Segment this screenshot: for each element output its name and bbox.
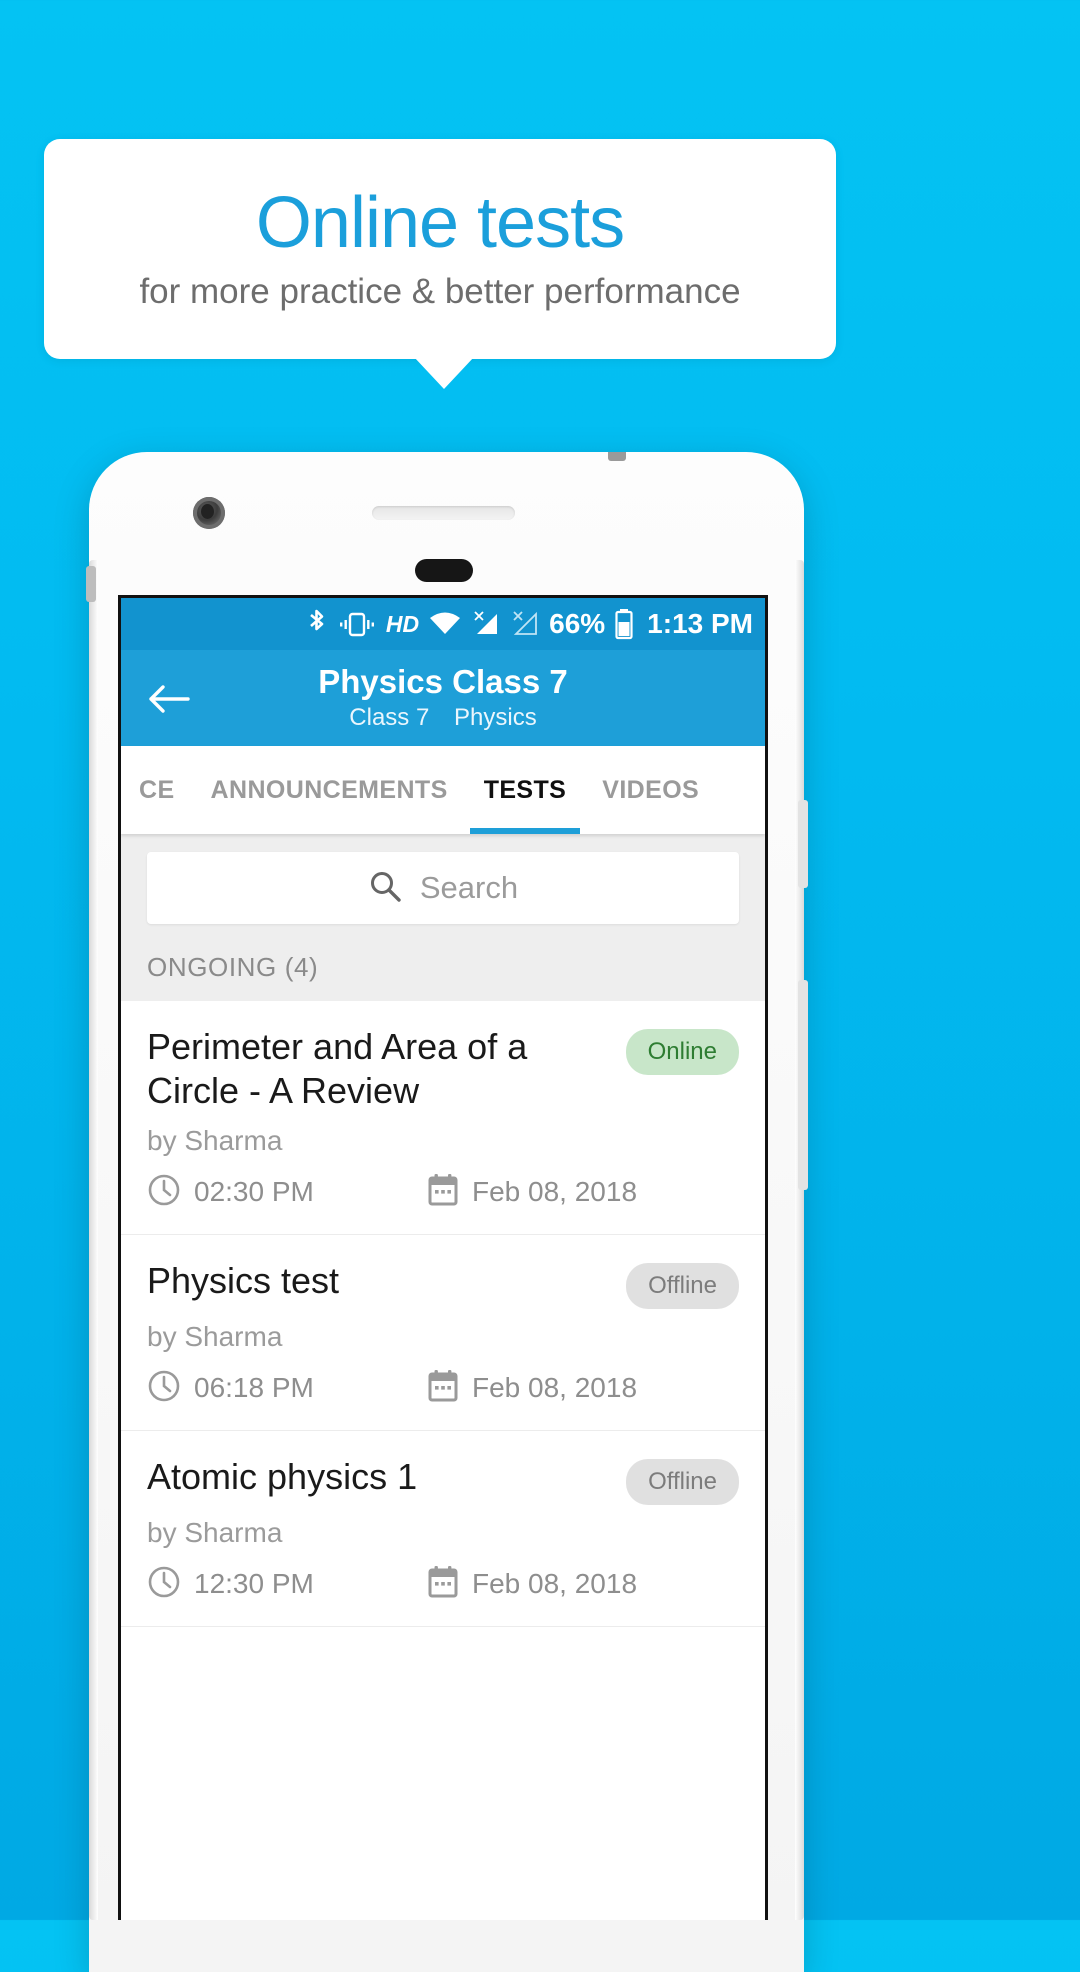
phone-edge-right xyxy=(795,560,804,1920)
test-author: by Sharma xyxy=(147,1320,283,1352)
breadcrumb-subject: Physics xyxy=(454,703,537,731)
tab-bar: CE ANNOUNCEMENTS TESTS VIDEOS xyxy=(121,746,765,834)
hd-icon: HD xyxy=(385,610,420,637)
promo-subtitle: for more practice & better performance xyxy=(139,271,741,311)
calendar-icon xyxy=(427,1565,459,1604)
battery-percent-label: 66% xyxy=(549,608,606,639)
home-button xyxy=(415,559,473,582)
test-author: by Sharma xyxy=(147,1124,283,1156)
camera-icon xyxy=(193,497,225,529)
clock-icon xyxy=(147,1173,181,1212)
test-time-label: 06:18 PM xyxy=(194,1372,314,1404)
tab-videos[interactable]: VIDEOS xyxy=(584,746,717,834)
bluetooth-icon xyxy=(306,609,328,639)
promo-bubble-tail xyxy=(414,357,474,389)
phone-side-button-volume xyxy=(798,800,808,888)
test-title: Physics test xyxy=(147,1259,340,1301)
test-author: by Sharma xyxy=(147,1516,283,1548)
test-date-label: Feb 08, 2018 xyxy=(472,1372,638,1404)
page-title: Physics Class 7 xyxy=(318,663,568,701)
back-arrow-icon[interactable] xyxy=(147,680,191,718)
phone-side-button-power xyxy=(798,980,808,1190)
test-date: Feb 08, 2018 xyxy=(427,1565,637,1604)
test-date: Feb 08, 2018 xyxy=(427,1369,637,1408)
test-meta: 12:30 PM Feb 08, 2018 xyxy=(147,1565,739,1604)
test-time: 06:18 PM xyxy=(147,1369,427,1408)
test-title: Atomic physics 1 xyxy=(147,1455,418,1497)
signal-no-sim-2-icon xyxy=(510,609,540,639)
wifi-icon xyxy=(428,609,462,639)
test-time-label: 02:30 PM xyxy=(194,1176,314,1208)
test-card-header: Atomic physics 1 Offline xyxy=(147,1455,739,1505)
list-item[interactable]: Atomic physics 1 Offline by Sharma 12:30… xyxy=(121,1431,765,1627)
status-bar-clock: 1:13 PM xyxy=(647,608,753,639)
test-meta: 02:30 PM Feb 08, 2018 xyxy=(147,1173,739,1212)
calendar-icon xyxy=(427,1369,459,1408)
promo-bubble: Online tests for more practice & better … xyxy=(44,139,836,359)
test-meta: 06:18 PM Feb 08, 2018 xyxy=(147,1369,739,1408)
battery-icon xyxy=(614,608,634,640)
status-badge: Online xyxy=(625,1029,739,1075)
test-time: 02:30 PM xyxy=(147,1173,427,1212)
section-header-ongoing: ONGOING (4) xyxy=(121,938,765,1001)
search-input[interactable]: Search xyxy=(147,852,739,924)
search-icon xyxy=(368,869,402,908)
list-item[interactable]: Physics test Offline by Sharma 06:18 PM xyxy=(121,1235,765,1431)
test-time: 12:30 PM xyxy=(147,1565,427,1604)
vibrate-icon xyxy=(337,609,377,639)
breadcrumb: Class 7 Physics xyxy=(340,704,545,732)
app-bar: Physics Class 7 Class 7 Physics xyxy=(121,650,765,746)
phone-side-button-left xyxy=(86,566,96,602)
test-card-header: Perimeter and Area of a Circle - A Revie… xyxy=(147,1025,739,1113)
list-item[interactable]: Perimeter and Area of a Circle - A Revie… xyxy=(121,1001,765,1235)
search-container: Search xyxy=(121,834,765,938)
test-date-label: Feb 08, 2018 xyxy=(472,1568,638,1600)
earpiece-speaker-icon xyxy=(372,506,515,520)
test-time-label: 12:30 PM xyxy=(194,1568,314,1600)
test-title: Perimeter and Area of a Circle - A Revie… xyxy=(147,1026,528,1111)
promo-title: Online tests xyxy=(255,183,625,264)
search-placeholder: Search xyxy=(419,870,519,905)
tab-announcements[interactable]: ANNOUNCEMENTS xyxy=(193,746,466,834)
phone-screen: HD 66% 1:13 PM Physics Class 7 Class 7 P… xyxy=(118,595,768,1920)
clock-icon xyxy=(147,1565,181,1604)
status-bar: HD 66% 1:13 PM xyxy=(121,598,765,650)
phone-edge-left xyxy=(89,560,98,1920)
status-badge: Offline xyxy=(626,1262,739,1309)
tests-list: Perimeter and Area of a Circle - A Revie… xyxy=(121,1001,765,1627)
tab-ce[interactable]: CE xyxy=(121,746,193,834)
test-card-header: Physics test Offline xyxy=(147,1259,739,1309)
tab-tests[interactable]: TESTS xyxy=(466,746,585,834)
phone-antenna-notch xyxy=(608,452,626,461)
signal-no-sim-1-icon xyxy=(471,609,501,639)
calendar-icon xyxy=(427,1173,459,1212)
breadcrumb-class: Class 7 xyxy=(349,703,430,731)
test-date-label: Feb 08, 2018 xyxy=(472,1176,638,1208)
status-badge: Offline xyxy=(626,1458,739,1505)
test-date: Feb 08, 2018 xyxy=(427,1173,637,1212)
clock-icon xyxy=(147,1369,181,1408)
